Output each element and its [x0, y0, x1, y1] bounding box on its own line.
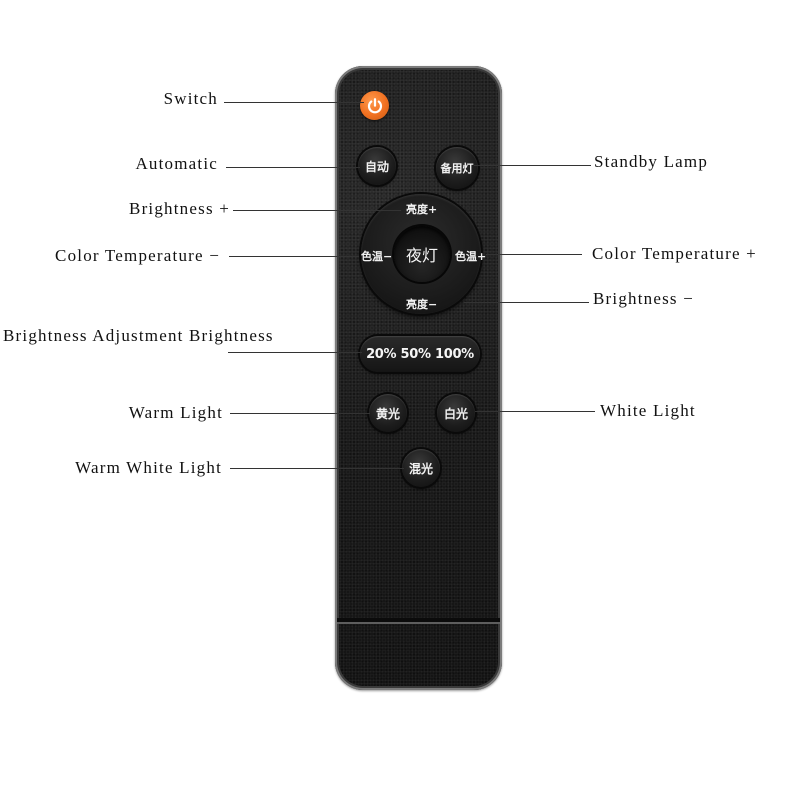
warm-light-button[interactable]: 黄光 [369, 394, 407, 432]
callout-brightness-plus: Brightness + [129, 199, 230, 218]
brightness-up-button[interactable]: 亮度+ [406, 201, 437, 217]
color-temp-down-button[interactable]: 色温− [361, 248, 392, 264]
power-button[interactable] [360, 91, 389, 120]
leader-line-color-temp-plus [486, 254, 582, 255]
battery-cover-seam [337, 618, 500, 624]
callout-warm-light: Warm Light [128, 403, 223, 422]
callout-warm-white-light: Warm White Light [75, 458, 222, 477]
color-temp-up-button[interactable]: 色温+ [455, 248, 486, 264]
leader-line-color-temp-minus [229, 256, 359, 257]
white-light-button[interactable]: 白光 [437, 394, 475, 432]
power-icon [367, 97, 382, 113]
leader-line-switch [224, 102, 364, 103]
callout-automatic: Automatic [135, 154, 218, 173]
leader-line-brightness-adjustment [228, 352, 362, 353]
callout-brightness-minus: Brightness − [593, 289, 694, 308]
leader-line-warm-white-light [230, 468, 404, 469]
leader-line-white-light [475, 411, 595, 412]
auto-button[interactable]: 自动 [358, 147, 396, 185]
callout-standby-lamp: Standby Lamp [594, 152, 709, 171]
callout-switch: Switch [163, 89, 218, 108]
brightness-down-button[interactable]: 亮度− [406, 296, 437, 312]
callout-color-temp-minus: Color Temperature − [55, 246, 220, 265]
leader-line-brightness-plus [233, 210, 401, 211]
callout-brightness-adjustment: Brightness Adjustment Brightness [3, 326, 274, 345]
callout-color-temp-plus: Color Temperature + [592, 244, 757, 263]
leader-line-automatic [226, 167, 360, 168]
brightness-level-button[interactable]: 20% 50% 100% [360, 336, 480, 372]
standby-lamp-button[interactable]: 备用灯 [436, 147, 478, 189]
night-light-button[interactable]: 夜灯 [394, 226, 450, 282]
callout-white-light: White Light [600, 401, 696, 420]
leader-line-warm-light [230, 413, 370, 414]
leader-line-brightness-minus [464, 302, 589, 303]
mixed-light-button[interactable]: 混光 [402, 449, 440, 487]
leader-line-standby-lamp [474, 165, 591, 166]
